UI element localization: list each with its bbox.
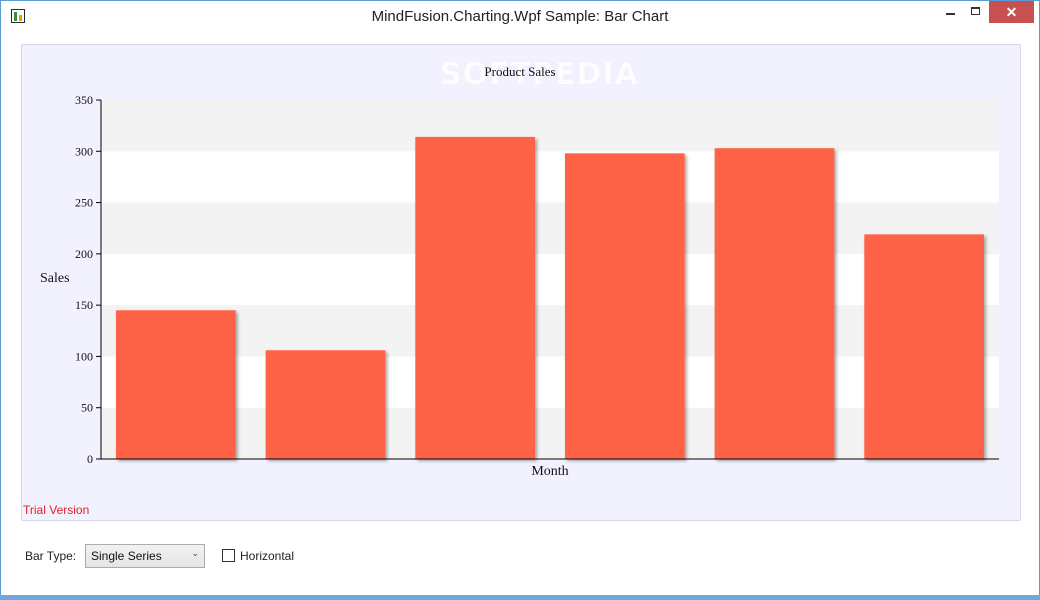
bar-4 bbox=[564, 153, 685, 459]
x-axis-label: Month bbox=[531, 464, 569, 479]
chevron-down-icon: ⌄ bbox=[191, 548, 199, 558]
bar-type-select[interactable]: Single Series ⌄ bbox=[85, 544, 205, 568]
y-tick-label: 250 bbox=[75, 196, 93, 210]
window-bottom-border bbox=[0, 595, 1040, 600]
y-tick-label: 0 bbox=[87, 452, 93, 466]
bar-5 bbox=[714, 148, 835, 460]
bar-type-label: Bar Type: bbox=[25, 549, 77, 563]
bar-1 bbox=[115, 310, 236, 459]
y-tick-label: 350 bbox=[75, 93, 93, 107]
bar-3 bbox=[415, 136, 536, 459]
y-tick-label: 300 bbox=[75, 144, 93, 158]
grid-band bbox=[101, 151, 999, 203]
horizontal-checkbox-label[interactable]: Horizontal bbox=[240, 549, 294, 563]
y-tick-label: 50 bbox=[81, 401, 93, 415]
bar-6 bbox=[864, 234, 985, 459]
y-axis-label: Sales bbox=[40, 271, 70, 286]
chart-title: Product Sales bbox=[484, 64, 556, 79]
grid-band bbox=[101, 100, 999, 152]
bar-2 bbox=[265, 350, 386, 459]
y-tick-label: 150 bbox=[75, 298, 93, 312]
bar-type-value: Single Series bbox=[91, 549, 162, 563]
trial-version-label: Trial Version bbox=[23, 503, 90, 517]
y-tick-label: 200 bbox=[75, 247, 93, 261]
y-tick-label: 100 bbox=[75, 349, 93, 363]
horizontal-checkbox[interactable] bbox=[222, 549, 235, 562]
controls-bar: Bar Type: Single Series ⌄ Horizontal bbox=[0, 540, 1040, 580]
